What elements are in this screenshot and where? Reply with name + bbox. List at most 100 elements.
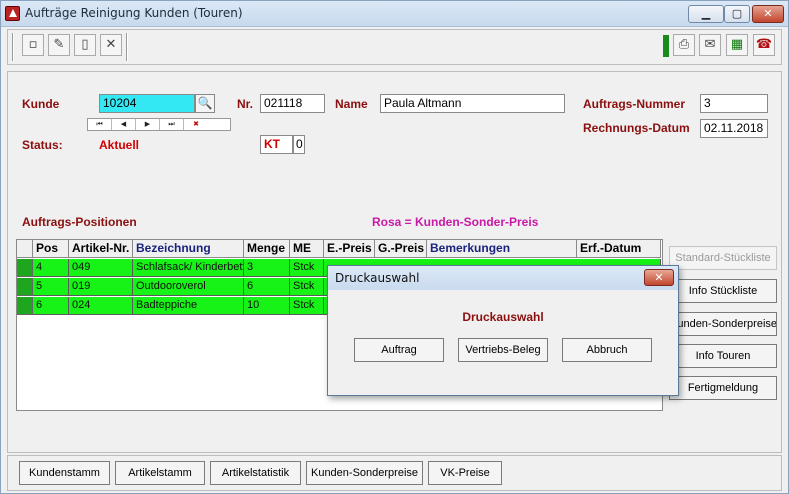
close-button[interactable]: ✕ [752,5,784,23]
kunde-input[interactable]: 10204 [99,94,195,113]
maximize-icon: ▢ [731,7,743,20]
window-title: Aufträge Reinigung Kunden (Touren) [25,6,243,20]
maximize-button[interactable]: ▢ [724,5,750,23]
vk-preise-button[interactable]: VK-Preise [428,461,502,485]
rechnungsdatum-label: Rechnungs-Datum [583,121,690,135]
abbruch-button[interactable]: Abbruch [562,338,652,362]
info-touren-button[interactable]: Info Touren [669,344,777,368]
bottom-button-bar: Kundenstamm Artikelstamm Artikelstatisti… [7,455,782,491]
cell-me[interactable]: Stck [290,297,324,315]
row-selector-header [17,240,33,258]
fertigmeldung-button[interactable]: Fertigmeldung [669,376,777,400]
column-header[interactable]: ME [290,240,324,258]
main-window: Aufträge Reinigung Kunden (Touren) ▁ ▢ ✕… [0,0,789,494]
record-navigator: ⏮ ◀ ▶ ⏭ ✖ [87,118,231,131]
cell-artikel-nr[interactable]: 049 [69,259,133,277]
row-selector[interactable] [17,278,33,296]
new-icon: ▫ [28,37,38,52]
cell-bezeichnung[interactable]: Badteppiche [133,297,244,315]
toolbar-separator [12,33,14,61]
delete-icon: ✕ [105,37,117,52]
row-selector[interactable] [17,297,33,315]
dialog-heading: Druckauswahl [462,310,544,324]
last-record-icon[interactable]: ⏭ [160,119,184,130]
cell-pos[interactable]: 5 [33,278,69,296]
rechnungsdatum-field[interactable]: 02.11.2018 [700,119,768,138]
minimize-button[interactable]: ▁ [688,5,724,23]
artikelstamm-button[interactable]: Artikelstamm [115,461,205,485]
app-icon [5,6,20,21]
next-record-icon[interactable]: ▶ [136,119,160,130]
column-header[interactable]: Pos [33,240,69,258]
blank-page-icon: ▯ [81,37,89,52]
cell-artikel-nr[interactable]: 019 [69,278,133,296]
column-header[interactable]: Menge [244,240,290,258]
status-label: Status: [22,138,63,152]
cancel-record-icon[interactable]: ✖ [184,119,208,130]
close-icon: ✕ [763,7,773,20]
cell-menge[interactable]: 10 [244,297,290,315]
kunden-sonderpreise-button[interactable]: Kunden-Sonderpreise [669,312,777,336]
print-preview-icon: ✉ [704,37,716,52]
cell-artikel-nr[interactable]: 024 [69,297,133,315]
search-icon: 🔍 [197,96,213,110]
cell-pos[interactable]: 6 [33,297,69,315]
info-stueckliste-button[interactable]: Info Stückliste [669,279,777,303]
excel-icon: ▦ [730,37,744,52]
special-price-hint: Rosa = Kunden-Sonder-Preis [372,215,539,229]
row-selector[interactable] [17,259,33,277]
edit-button[interactable]: ✎ [48,34,70,56]
column-header[interactable]: Erf.-Datum [577,240,661,258]
phone-icon: ☎ [755,37,773,52]
cell-menge[interactable]: 6 [244,278,290,296]
cell-menge[interactable]: 3 [244,259,290,277]
column-header[interactable]: Bemerkungen [427,240,577,258]
auftragsnummer-label: Auftrags-Nummer [583,97,686,111]
close-icon: ✕ [654,271,664,284]
column-header[interactable]: E.-Preis [324,240,375,258]
kundenstamm-button[interactable]: Kundenstamm [19,461,110,485]
nr-field[interactable]: 021118 [260,94,325,113]
column-header[interactable]: Bezeichnung [133,240,244,258]
toolbar-separator [126,33,128,61]
prev-record-icon[interactable]: ◀ [112,119,136,130]
artikelstatistik-button[interactable]: Artikelstatistik [210,461,301,485]
positions-title: Auftrags-Positionen [22,215,137,229]
standard-stueckliste-button[interactable]: Standard-Stückliste [669,246,777,270]
auftrag-button[interactable]: Auftrag [354,338,444,362]
status-indicator [663,35,669,57]
kunde-search-button[interactable]: 🔍 [195,94,215,113]
vertriebs-beleg-button[interactable]: Vertriebs-Beleg [458,338,548,362]
print-dialog: Druckauswahl ✕ Druckauswahl Auftrag Vert… [327,265,679,396]
kt-field[interactable]: 0 [293,135,305,154]
column-header[interactable]: G.-Preis [375,240,427,258]
new-button[interactable]: ▫ [22,34,44,56]
first-record-icon[interactable]: ⏮ [88,119,112,130]
print-preview-button[interactable]: ✉ [699,34,721,56]
column-header[interactable]: Artikel-Nr. [69,240,133,258]
dialog-title: Druckauswahl [335,271,420,285]
name-field[interactable]: Paula Altmann [380,94,565,113]
print-icon: ⎙ [678,37,690,52]
print-button[interactable]: ⎙ [673,34,695,56]
toolbar: ▫ ✎ ▯ ✕ ⎙ ✉ ▦ ☎ [7,29,782,65]
kunden-sonderpreise-bottom-button[interactable]: Kunden-Sonderpreise [306,461,423,485]
cell-pos[interactable]: 4 [33,259,69,277]
status-value: Aktuell [99,138,140,152]
cell-bezeichnung[interactable]: Schlafsack/ Kinderbett [133,259,244,277]
excel-button[interactable]: ▦ [726,34,748,56]
cell-bezeichnung[interactable]: Outdooroverol [133,278,244,296]
minimize-icon: ▁ [701,7,711,20]
title-bar: Aufträge Reinigung Kunden (Touren) ▁ ▢ ✕ [1,1,788,27]
blank-page-button[interactable]: ▯ [74,34,96,56]
cell-me[interactable]: Stck [290,278,324,296]
cell-me[interactable]: Stck [290,259,324,277]
kt-label: KT [260,135,293,154]
edit-icon: ✎ [53,37,65,52]
phone-button[interactable]: ☎ [753,34,775,56]
auftragsnummer-field[interactable]: 3 [700,94,768,113]
delete-button[interactable]: ✕ [100,34,122,56]
nr-label: Nr. [237,97,254,111]
dialog-title-bar: Druckauswahl ✕ [328,266,678,290]
dialog-close-button[interactable]: ✕ [644,269,674,286]
